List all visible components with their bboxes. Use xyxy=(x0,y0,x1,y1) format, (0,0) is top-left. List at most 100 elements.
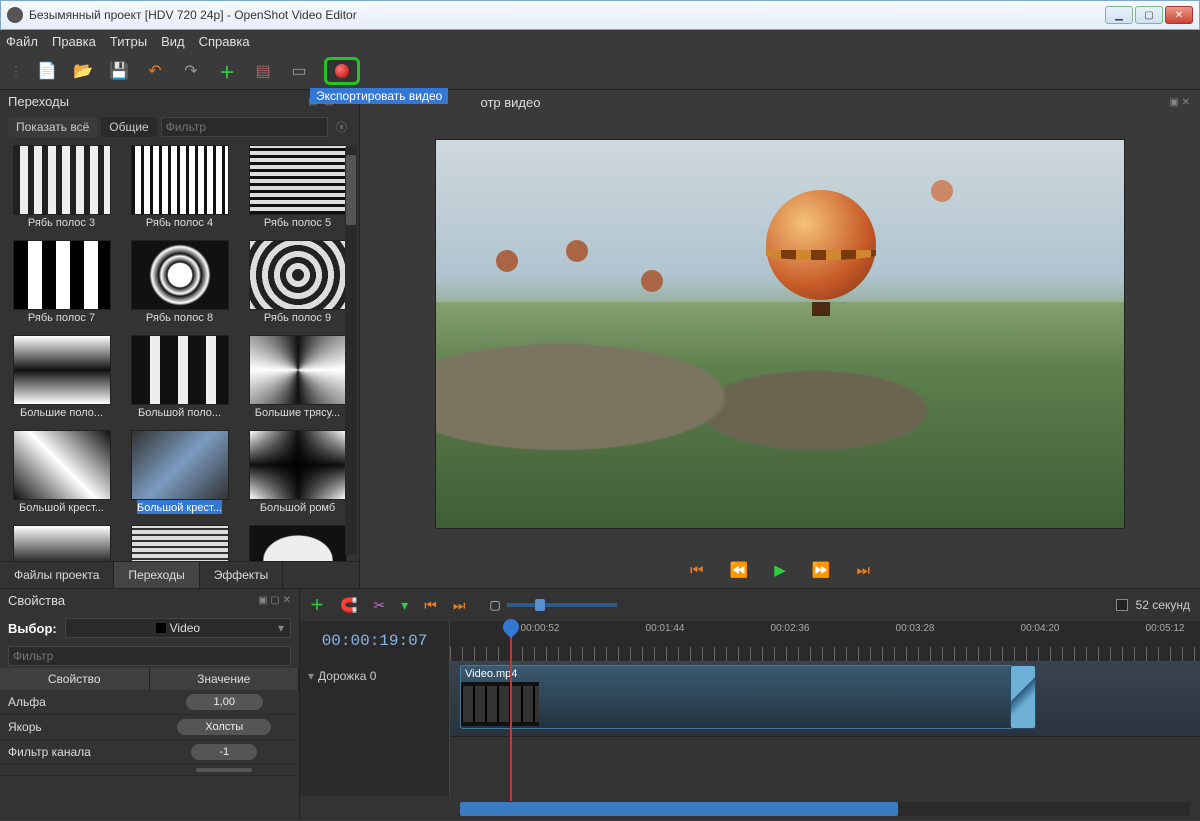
transition-thumb xyxy=(131,145,229,215)
next-marker-icon[interactable]: ⏭ xyxy=(453,597,466,614)
import-files-icon[interactable]: ＋ xyxy=(216,60,238,82)
marker-add-icon[interactable]: ▾ xyxy=(401,597,408,614)
transition-thumb xyxy=(131,525,229,561)
menu-titles[interactable]: Титры xyxy=(110,34,147,49)
transition-on-clip[interactable] xyxy=(1010,665,1036,729)
menu-file[interactable]: Файл xyxy=(6,34,38,49)
redo-icon[interactable]: ↷ xyxy=(180,60,202,82)
export-video-button[interactable] xyxy=(324,57,360,85)
timeline-panel: ＋ 🧲 ✂ ▾ ⏮ ⏭ ▢ 52 секунд 00:00:19:07 00:0… xyxy=(300,589,1200,820)
undo-icon[interactable]: ↶ xyxy=(144,60,166,82)
transition-item[interactable]: Большие поло... xyxy=(4,335,119,427)
tab-project-files[interactable]: Файлы проекта xyxy=(0,562,114,588)
property-value[interactable] xyxy=(196,768,252,772)
snap-icon[interactable]: 🧲 xyxy=(340,597,357,614)
razor-icon[interactable]: ✂ xyxy=(373,597,385,614)
profile-icon[interactable]: ▤ xyxy=(252,60,274,82)
transition-label: Рябь полос 5 xyxy=(264,215,331,229)
track-body[interactable]: Video.mp4 xyxy=(450,661,1200,737)
close-button[interactable] xyxy=(1165,6,1193,24)
open-project-icon[interactable]: 📂 xyxy=(72,60,94,82)
toolbar: ⋮ 📄 📂 💾 ↶ ↷ ＋ ▤ ▭ Экспортировать видео xyxy=(0,52,1200,90)
transition-item[interactable] xyxy=(122,525,237,561)
selection-dropdown[interactable]: Video xyxy=(65,618,291,638)
transition-thumb xyxy=(249,430,347,500)
video-preview[interactable] xyxy=(435,139,1125,529)
transition-item[interactable]: Большой крест... xyxy=(122,430,237,522)
jump-start-icon[interactable]: ⏮ xyxy=(690,562,704,579)
transitions-scrollbar[interactable] xyxy=(345,147,357,555)
prev-marker-icon[interactable]: ⏮ xyxy=(424,597,437,614)
transition-label: Большой поло... xyxy=(138,405,221,419)
fullscreen-icon[interactable]: ▭ xyxy=(288,60,310,82)
timeline-scrollbar[interactable] xyxy=(460,802,1190,816)
video-clip[interactable]: Video.mp4 xyxy=(460,665,1020,729)
property-row[interactable]: Якорь Холсты xyxy=(0,715,299,740)
transition-item[interactable] xyxy=(240,525,355,561)
timecode-display[interactable]: 00:00:19:07 xyxy=(300,621,450,661)
playhead[interactable] xyxy=(510,621,512,801)
duration-label: 52 секунд xyxy=(1136,598,1190,612)
property-key: Якорь xyxy=(0,715,150,739)
play-icon[interactable]: ▶ xyxy=(774,561,786,579)
preview-dock-icons[interactable]: ▣ ✕ xyxy=(1169,97,1190,108)
duration-checkbox[interactable] xyxy=(1116,599,1128,611)
transition-item[interactable]: Рябь полос 9 xyxy=(240,240,355,332)
show-all-tab[interactable]: Показать всё xyxy=(8,117,97,137)
menu-help[interactable]: Справка xyxy=(199,34,250,49)
transition-item[interactable]: Рябь полос 5 xyxy=(240,145,355,237)
property-value[interactable]: -1 xyxy=(191,744,257,760)
col-value[interactable]: Значение xyxy=(150,668,300,690)
transition-thumb xyxy=(13,430,111,500)
transition-item[interactable]: Большой ромб xyxy=(240,430,355,522)
property-row[interactable]: Фильтр канала-1 xyxy=(0,740,299,765)
maximize-button[interactable] xyxy=(1135,6,1163,24)
ruler-label: 00:04:20 xyxy=(1021,623,1060,634)
menu-view[interactable]: Вид xyxy=(161,34,185,49)
transition-item[interactable]: Большой крест... xyxy=(4,430,119,522)
menubar: Файл Правка Титры Вид Справка xyxy=(0,30,1200,52)
properties-title: Свойства xyxy=(8,593,65,608)
transition-thumb xyxy=(13,145,111,215)
jump-end-icon[interactable]: ⏭ xyxy=(856,562,870,579)
transition-item[interactable]: Рябь полос 4 xyxy=(122,145,237,237)
timeline-ruler[interactable]: 00:00:5200:01:4400:02:3600:03:2800:04:20… xyxy=(450,621,1200,661)
transition-item[interactable]: Большие трясу... xyxy=(240,335,355,427)
transition-label: Большие поло... xyxy=(20,405,103,419)
transition-item[interactable]: Рябь полос 3 xyxy=(4,145,119,237)
transition-label: Рябь полос 4 xyxy=(146,215,213,229)
rewind-icon[interactable]: ⏪ xyxy=(730,561,749,579)
transition-thumb xyxy=(131,240,229,310)
transition-item[interactable]: Рябь полос 8 xyxy=(122,240,237,332)
save-project-icon[interactable]: 💾 xyxy=(108,60,130,82)
transition-item[interactable]: Рябь полос 7 xyxy=(4,240,119,332)
add-track-icon[interactable]: ＋ xyxy=(310,595,324,615)
window-titlebar: Безымянный проект [HDV 720 24p] - OpenSh… xyxy=(0,0,1200,30)
property-row[interactable]: Альфа1,00 xyxy=(0,690,299,715)
new-project-icon[interactable]: 📄 xyxy=(36,60,58,82)
transition-item[interactable] xyxy=(4,525,119,561)
minimize-button[interactable] xyxy=(1105,6,1133,24)
clip-filmstrip xyxy=(461,682,539,726)
properties-table: Свойство Значение Альфа1,00Якорь Холсты Фи… xyxy=(0,668,299,820)
col-property[interactable]: Свойство xyxy=(0,668,150,690)
menu-edit[interactable]: Правка xyxy=(52,34,96,49)
properties-filter-input[interactable] xyxy=(8,646,291,666)
property-value[interactable]: 1,00 xyxy=(186,694,263,710)
transition-thumb xyxy=(13,240,111,310)
zoom-slider[interactable]: ▢ xyxy=(489,598,616,612)
properties-dock-icons[interactable]: ▣ ▢ ✕ xyxy=(258,595,291,606)
forward-icon[interactable]: ⏩ xyxy=(812,561,831,579)
property-value[interactable]: Холсты xyxy=(177,719,271,735)
select-label: Выбор: xyxy=(8,621,57,636)
tab-transitions[interactable]: Переходы xyxy=(114,562,199,588)
track-header[interactable]: ▾ Дорожка 0 xyxy=(300,661,450,796)
transition-thumb xyxy=(249,240,347,310)
tab-effects[interactable]: Эффекты xyxy=(200,562,284,588)
common-tab[interactable]: Общие xyxy=(101,117,156,137)
transition-thumb xyxy=(13,525,111,561)
transition-item[interactable]: Большой поло... xyxy=(122,335,237,427)
transitions-filter-input[interactable] xyxy=(161,117,328,137)
clear-filter-icon[interactable]: ⓧ xyxy=(332,119,351,135)
property-row[interactable] xyxy=(0,765,299,776)
